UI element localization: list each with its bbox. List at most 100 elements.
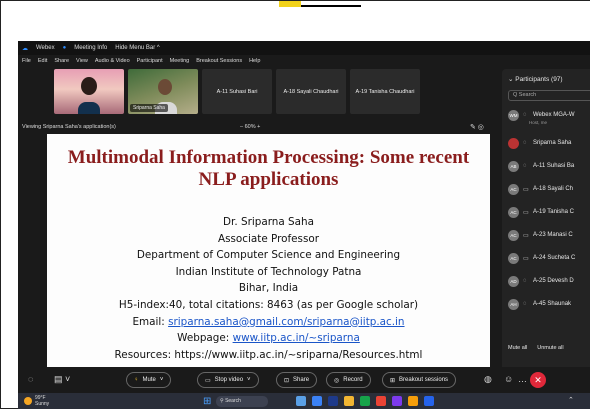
app-icon[interactable] <box>328 396 338 406</box>
taskbar-apps <box>296 396 434 406</box>
participant-row[interactable]: AC ▭ A-19 Tanisha C <box>508 206 574 218</box>
app-icon[interactable] <box>360 396 370 406</box>
avatar <box>508 137 519 149</box>
taskbar: 99°F Sunny ⊞ ⚲ Search ⌃ <box>18 393 590 409</box>
participant-name: A-45 Shaunak <box>533 301 572 307</box>
avatar: AB <box>508 160 519 172</box>
meeting-controls: ◌ ▤ ˅ ♀ Mute ˅ ▭ Stop video ˅ ⊡ Share ◎ … <box>18 369 590 391</box>
menu-participant[interactable]: Participant <box>137 58 163 64</box>
hide-menu-bar-button[interactable]: Hide Menu Bar ^ <box>115 45 160 51</box>
participants-panel: ⌄ Participants (97) Q Search WM ◌ Webex … <box>502 69 590 367</box>
app-title: Webex <box>36 45 55 51</box>
menu-breakout-sessions[interactable]: Breakout Sessions <box>196 58 242 64</box>
menu-view[interactable]: View <box>76 58 88 64</box>
participant-name: A-18 Sayali Ch <box>533 186 574 192</box>
webpage-label: Webpage: <box>177 332 233 345</box>
avatar: AH <box>508 298 519 310</box>
weather-widget[interactable]: 99°F Sunny <box>24 395 49 407</box>
highlight-mark <box>279 1 301 7</box>
screen-icon: ▭ <box>523 186 529 193</box>
menu-audio-video[interactable]: Audio & Video <box>95 58 130 64</box>
chevron-down-icon: ˅ <box>247 377 251 383</box>
zoom-control[interactable]: – 60% + <box>240 124 260 130</box>
presenter-location: Bihar, India <box>238 282 299 295</box>
menu-meeting[interactable]: Meeting <box>170 58 190 64</box>
menu-edit[interactable]: Edit <box>38 58 47 64</box>
menu-help[interactable]: Help <box>249 58 260 64</box>
record-icon: ◎ <box>334 377 340 384</box>
shared-slide: Multimodal Information Processing: Some … <box>47 134 490 367</box>
app-icon[interactable] <box>392 396 402 406</box>
participant-row[interactable]: AC ▭ A-18 Sayali Ch <box>508 183 573 195</box>
menu-share[interactable]: Share <box>54 58 69 64</box>
captions-icon[interactable]: ▤ ˅ <box>54 374 70 385</box>
participant-row[interactable]: AD ◌ A-25 Devesh D <box>508 275 574 287</box>
record-button[interactable]: ◎ Record <box>326 372 371 388</box>
video-tile-tanisha[interactable]: A-19 Tanisha Chaudhari <box>350 69 420 114</box>
mic-icon: ◌ <box>523 140 527 146</box>
viewing-label: Viewing Sriparna Saha's application(s) <box>22 124 116 130</box>
presenter-h-index: H5-index:40, total citations: 8463 (as p… <box>118 298 419 311</box>
participant-row[interactable]: AC ▭ A-23 Manasi C <box>508 229 573 241</box>
document-page: ☁ Webex ● Meeting Info Hide Menu Bar ^ F… <box>0 0 590 409</box>
audio-settings-icon[interactable]: ◌ <box>28 374 33 384</box>
chevron-down-icon: ˅ <box>159 377 164 383</box>
participants-header[interactable]: ⌄ Participants (97) <box>508 75 563 83</box>
slide-title-line-1: Multimodal Information Processing: Some … <box>67 147 470 168</box>
participant-name: Webex MGA-W <box>533 112 575 118</box>
webpage-link[interactable]: www.iitp.ac.in/~sriparna <box>233 332 360 344</box>
participant-video <box>158 79 172 95</box>
participant-row[interactable]: AH ◌ A-45 Shaunak <box>508 298 571 310</box>
app-icon[interactable] <box>312 396 322 406</box>
webex-icon[interactable] <box>424 396 434 406</box>
end-call-button[interactable]: ✕ <box>530 372 546 388</box>
video-tile[interactable] <box>54 69 124 114</box>
annotate-icon[interactable]: ✎ ◎ <box>470 123 484 131</box>
reactions-icon[interactable]: ☺ <box>504 374 513 384</box>
weather-condition: Sunny <box>35 401 50 407</box>
menu-bar: File Edit Share View Audio & Video Parti… <box>18 55 498 66</box>
breakout-sessions-button[interactable]: ⊞ Breakout sessions <box>382 372 457 388</box>
menu-file[interactable]: File <box>22 58 31 64</box>
video-tile-sayali[interactable]: A-18 Sayali Chaudhari <box>276 69 346 114</box>
windows-start-icon[interactable]: ⊞ <box>203 396 211 407</box>
screen-icon: ▭ <box>523 209 529 216</box>
participant-row[interactable]: AC ▭ A-24 Sucheta C <box>508 252 575 264</box>
stop-video-button[interactable]: ▭ Stop video ˅ <box>197 372 259 388</box>
avatar: AC <box>508 252 519 264</box>
video-tile-sriparna[interactable]: Sriparna Saha <box>128 69 198 114</box>
participants-search-input[interactable]: Q Search <box>508 90 590 101</box>
chrome-icon[interactable] <box>376 396 386 406</box>
participant-name: Sriparna Saha <box>533 140 572 146</box>
presenter-webpage-line: Webpage: www.iitp.ac.in/~sriparna <box>47 330 490 347</box>
presenter-email-line: Email: sriparna.saha@gmail.com/sriparna@… <box>47 314 490 331</box>
webex-window: ☁ Webex ● Meeting Info Hide Menu Bar ^ F… <box>18 41 590 409</box>
mic-icon: ◌ <box>523 278 527 284</box>
more-options-icon[interactable]: … <box>518 374 527 384</box>
participant-video-body <box>78 102 100 114</box>
participant-name: A-25 Devesh D <box>533 278 574 284</box>
mute-button[interactable]: ♀ Mute ˅ <box>126 372 172 388</box>
mute-all-button[interactable]: Mute all <box>508 345 527 351</box>
email-link[interactable]: sriparna.saha@gmail.com/sriparna@iitp.ac… <box>168 316 404 328</box>
unmute-all-button[interactable]: Unmute all <box>537 345 563 351</box>
video-tile-suhasi[interactable]: A-11 Suhasi Bari <box>202 69 272 114</box>
video-camera-icon: ▭ <box>205 377 211 384</box>
participant-row[interactable]: ◌ Sriparna Saha <box>508 137 571 149</box>
share-button[interactable]: ⊡ Share <box>276 372 318 388</box>
taskbar-search[interactable]: ⚲ Search <box>216 396 268 407</box>
participant-row[interactable]: AB ◌ A-11 Suhasi Ba <box>508 160 574 172</box>
video-strip: Sriparna Saha A-11 Suhasi Bari A-18 Saya… <box>54 69 420 114</box>
mic-icon: ◌ <box>523 163 527 169</box>
meeting-info-button[interactable]: Meeting Info <box>74 45 107 51</box>
app-icon[interactable] <box>296 396 306 406</box>
folder-icon[interactable] <box>344 396 354 406</box>
app-icon[interactable] <box>408 396 418 406</box>
underline-mark <box>301 5 361 7</box>
avatar: AC <box>508 206 519 218</box>
email-label: Email: <box>132 315 169 328</box>
lock-icon[interactable]: ◍ <box>484 374 492 385</box>
participant-name: A-23 Manasi C <box>533 232 573 238</box>
tray-icon[interactable]: ⌃ <box>568 396 574 404</box>
avatar: WM <box>508 109 519 121</box>
